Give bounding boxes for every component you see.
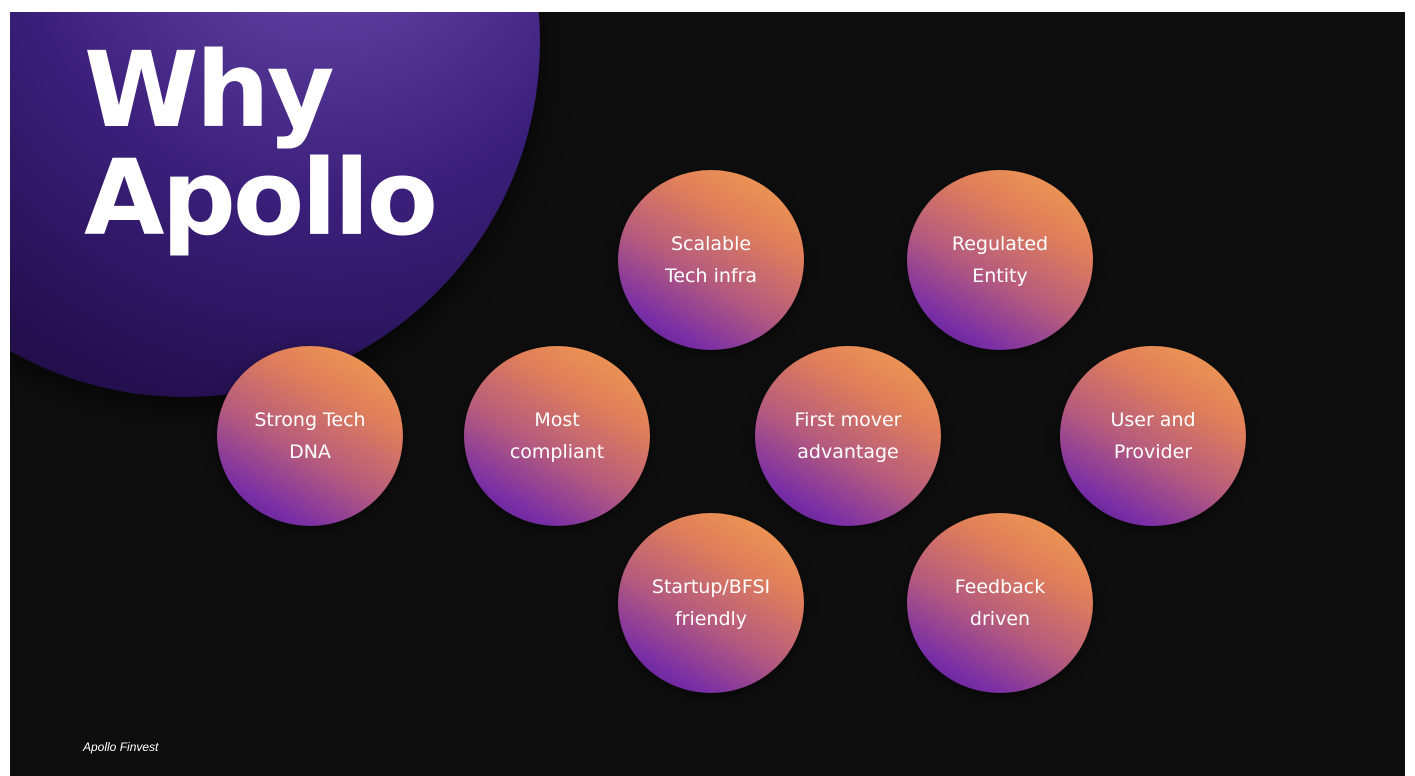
bubble-label: Startup/BFSI friendly bbox=[651, 576, 771, 630]
bubble-first-mover-advantage: First mover advantage bbox=[755, 346, 941, 526]
bubble-label: Regulated Entity bbox=[951, 233, 1049, 287]
bubble-most-compliant: Most compliant bbox=[464, 346, 650, 526]
bubble-startup-bfsi-friendly: Startup/BFSI friendly bbox=[618, 513, 804, 693]
slide-title: Why Apollo bbox=[84, 29, 438, 259]
title-line-apollo: Apollo bbox=[84, 137, 438, 259]
footer-brand: Apollo Finvest bbox=[83, 740, 159, 754]
bubble-label: Strong Tech DNA bbox=[254, 409, 366, 463]
bubble-label: Most compliant bbox=[509, 409, 605, 463]
bubble-label: First mover advantage bbox=[794, 409, 902, 463]
bubble-label: User and Provider bbox=[1110, 409, 1196, 463]
title-line-why: Why bbox=[84, 29, 335, 151]
bubble-label: Scalable Tech infra bbox=[664, 233, 758, 287]
bubble-strong-tech-dna: Strong Tech DNA bbox=[217, 346, 403, 526]
bubble-feedback-driven: Feedback driven bbox=[907, 513, 1093, 693]
slide: Why Apollo Scalable Tech infra Regulated… bbox=[10, 12, 1405, 776]
bubble-user-and-provider: User and Provider bbox=[1060, 346, 1246, 526]
bubble-scalable-tech-infra: Scalable Tech infra bbox=[618, 170, 804, 350]
bubble-label: Feedback driven bbox=[954, 576, 1046, 630]
bubble-regulated-entity: Regulated Entity bbox=[907, 170, 1093, 350]
